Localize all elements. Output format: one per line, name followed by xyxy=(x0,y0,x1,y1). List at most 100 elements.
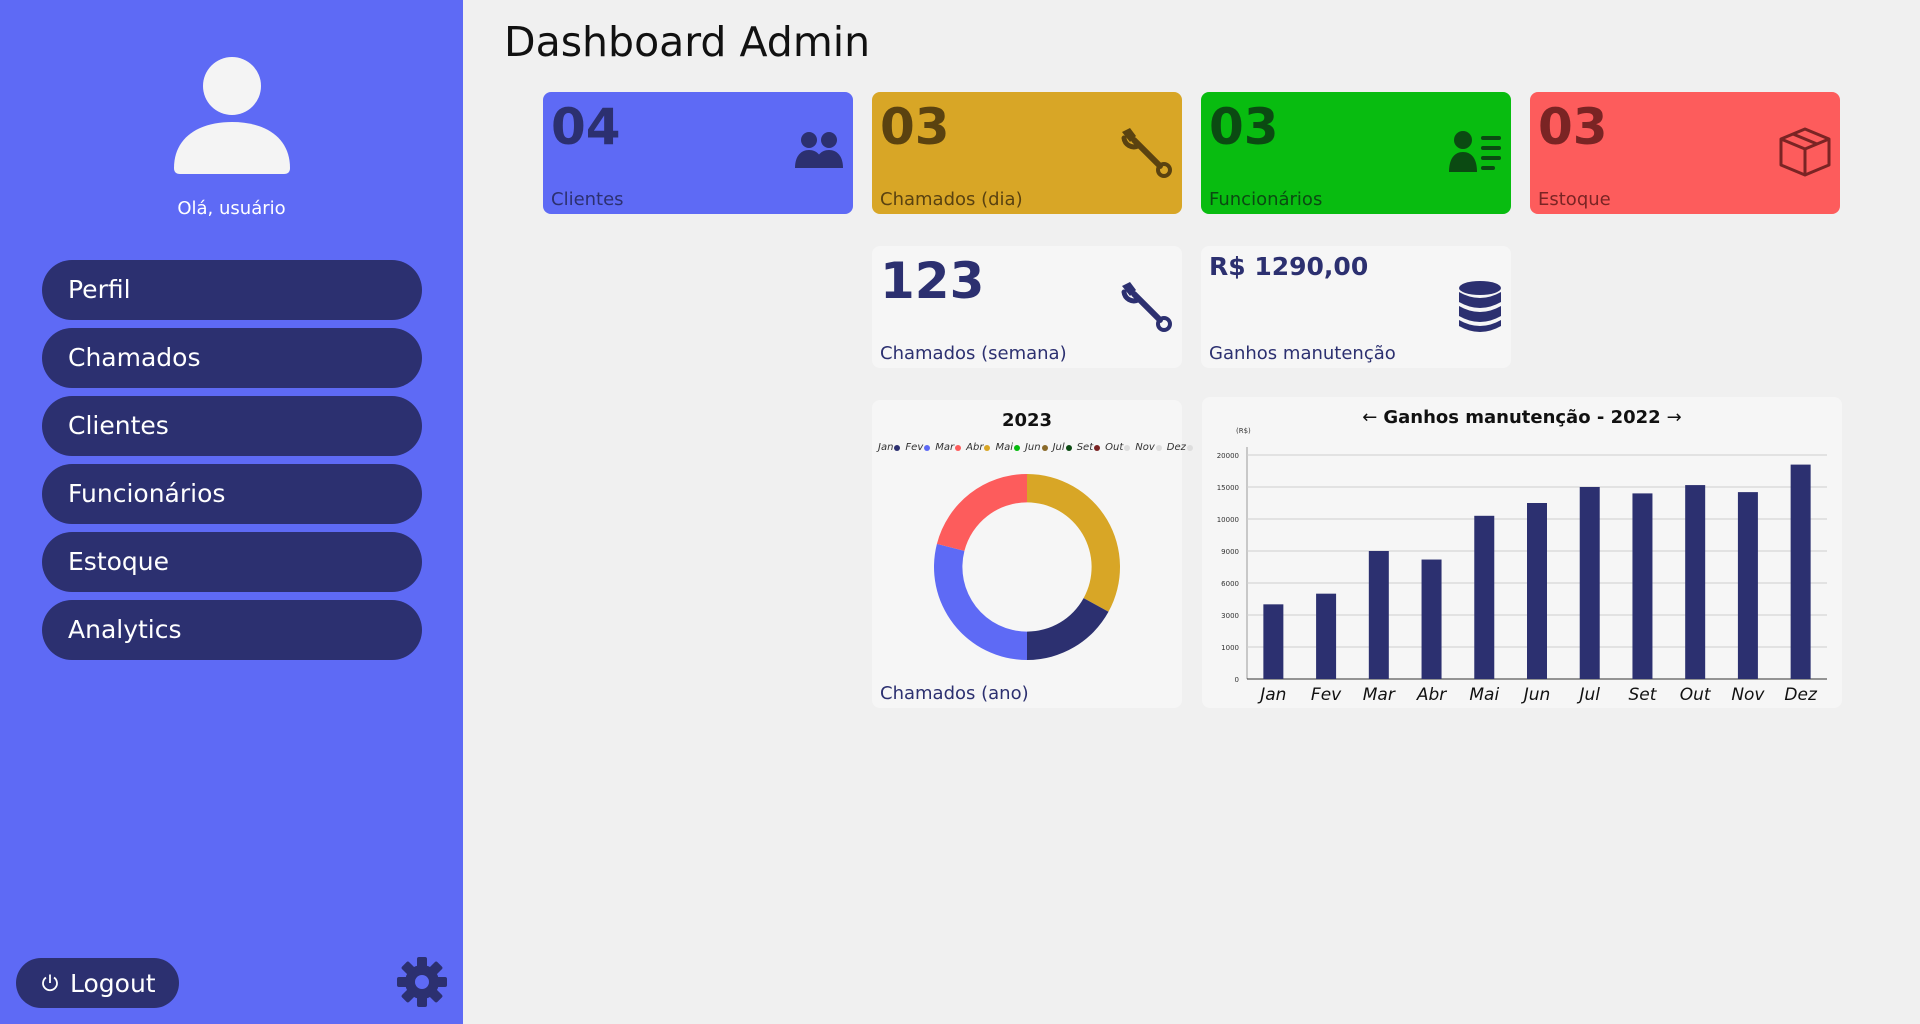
card-label: Estoque xyxy=(1538,189,1611,210)
nav-item-estoque[interactable]: Estoque xyxy=(42,532,422,592)
gear-icon[interactable] xyxy=(396,956,448,1008)
legend-swatch xyxy=(1013,444,1020,451)
legend-label: Out xyxy=(1105,442,1124,453)
legend-item: Jan xyxy=(878,442,901,453)
nav-item-clientes[interactable]: Clientes xyxy=(42,396,422,456)
card-chamados-dia[interactable]: 03 Chamados (dia) xyxy=(872,92,1182,214)
logout-label: Logout xyxy=(70,968,156,998)
legend-item: Jun xyxy=(1025,442,1048,453)
x-tick-label: Fev xyxy=(1311,685,1342,705)
card-value: 03 xyxy=(1538,98,1608,156)
bar-dez xyxy=(1790,464,1811,679)
y-tick-label: 20000 xyxy=(1217,452,1239,460)
bar-set xyxy=(1632,493,1653,679)
card-value: 04 xyxy=(551,98,621,156)
card-clientes[interactable]: 04 Clientes xyxy=(543,92,853,214)
x-tick-label: Set xyxy=(1628,685,1657,705)
card-label: Ganhos manutenção xyxy=(1209,343,1396,364)
bar-nov xyxy=(1737,492,1758,679)
users-icon xyxy=(795,132,843,168)
legend-item: Jul xyxy=(1053,442,1072,453)
x-tick-label: Jun xyxy=(1521,685,1551,705)
y-tick-label: 6000 xyxy=(1221,580,1239,588)
card-estoque[interactable]: 03 Estoque xyxy=(1530,92,1840,214)
x-tick-label: Mar xyxy=(1363,685,1396,705)
donut-slice-fev xyxy=(934,543,1027,660)
logout-button[interactable]: Logout xyxy=(16,958,179,1008)
legend-label: Fev xyxy=(905,442,924,453)
y-tick-label: 1000 xyxy=(1221,644,1239,652)
donut-slice-abr xyxy=(1027,474,1120,612)
card-label: Funcionários xyxy=(1209,189,1323,210)
chart-caption: Chamados (ano) xyxy=(880,683,1029,704)
legend-swatch xyxy=(894,444,901,451)
nav-item-analytics[interactable]: Analytics xyxy=(42,600,422,660)
legend-label: Dez xyxy=(1166,442,1186,453)
box-icon xyxy=(1779,127,1831,177)
chart-ganhos-2022: ← Ganhos manutenção - 2022 → (R$) 0 1000 30… xyxy=(1202,397,1842,708)
legend-label: Nov xyxy=(1135,442,1155,453)
nav-item-chamados[interactable]: Chamados xyxy=(42,328,422,388)
y-tick-label: 0 xyxy=(1235,676,1239,684)
donut-slice-jan xyxy=(1027,598,1109,660)
y-tick-label: 15000 xyxy=(1217,484,1239,492)
legend-swatch xyxy=(1065,444,1072,451)
nav-item-funcionarios[interactable]: Funcionários xyxy=(42,464,422,524)
legend-label: Jun xyxy=(1024,442,1041,453)
x-tick-label: Jan xyxy=(1257,685,1286,705)
employee-list-icon xyxy=(1449,131,1501,172)
sidebar-nav: Perfil Chamados Clientes Funcionários Es… xyxy=(42,260,422,668)
bar-jul xyxy=(1579,487,1600,679)
legend-swatch xyxy=(924,444,931,451)
bar-jun xyxy=(1527,503,1547,679)
card-chamados-semana[interactable]: 123 Chamados (semana) xyxy=(872,246,1182,368)
legend-label: Jan xyxy=(878,442,894,453)
y-axis-label: (R$) xyxy=(1236,427,1251,435)
wrench-icon xyxy=(1121,282,1172,332)
bar-fev xyxy=(1316,593,1337,679)
legend-swatch xyxy=(1041,444,1048,451)
card-value: 03 xyxy=(880,98,950,156)
database-icon xyxy=(1459,281,1501,332)
page-title: Dashboard Admin xyxy=(504,18,871,66)
user-avatar-icon xyxy=(174,57,290,174)
y-tick-label: 9000 xyxy=(1221,548,1239,556)
y-tick-label: 10000 xyxy=(1217,516,1239,524)
donut-slice-mar xyxy=(936,474,1027,551)
x-tick-label: Mai xyxy=(1469,685,1499,705)
card-label: Clientes xyxy=(551,189,624,210)
chart-title: 2023 xyxy=(1001,410,1053,431)
legend-item: Abr xyxy=(966,442,991,453)
x-tick-label: Jul xyxy=(1576,685,1600,705)
card-label: Chamados (semana) xyxy=(880,343,1067,364)
card-funcionarios[interactable]: 03 Funcionários xyxy=(1201,92,1511,214)
bar-mai xyxy=(1474,515,1495,679)
wrench-icon xyxy=(1121,128,1172,178)
card-value: 03 xyxy=(1209,98,1279,156)
legend-item: Fev xyxy=(905,442,931,453)
power-icon xyxy=(42,974,58,992)
legend-label: Jul xyxy=(1052,442,1065,453)
bar-mar xyxy=(1368,551,1389,679)
card-value: R$ 1290,00 xyxy=(1209,252,1369,281)
legend-item: Out xyxy=(1105,442,1131,453)
legend-item: Set xyxy=(1076,442,1101,453)
bar-chart: (R$) 0 1000 3000 6000 9000 10000 15000 20000 Jan F… xyxy=(1217,427,1827,705)
legend-label: Mar xyxy=(935,442,955,453)
card-ganhos[interactable]: R$ 1290,00 Ganhos manutenção xyxy=(1201,246,1511,368)
card-value: 123 xyxy=(880,252,985,310)
greeting-text: Olá, usuário xyxy=(177,198,286,219)
sidebar: Olá, usuário Perfil Chamados Clientes Fu… xyxy=(0,0,463,1024)
x-tick-label: Dez xyxy=(1784,685,1818,705)
x-tick-label: Abr xyxy=(1416,685,1447,705)
legend-label: Mai xyxy=(995,442,1013,453)
nav-item-perfil[interactable]: Perfil xyxy=(42,260,422,320)
bar-jan xyxy=(1263,604,1284,679)
legend-item: Dez xyxy=(1167,442,1193,453)
card-label: Chamados (dia) xyxy=(880,189,1023,210)
legend-swatch xyxy=(1094,444,1101,451)
legend-label: Set xyxy=(1076,442,1094,453)
legend-item: Nov xyxy=(1135,442,1162,453)
legend-swatch xyxy=(955,444,962,451)
bar-out xyxy=(1685,485,1706,679)
